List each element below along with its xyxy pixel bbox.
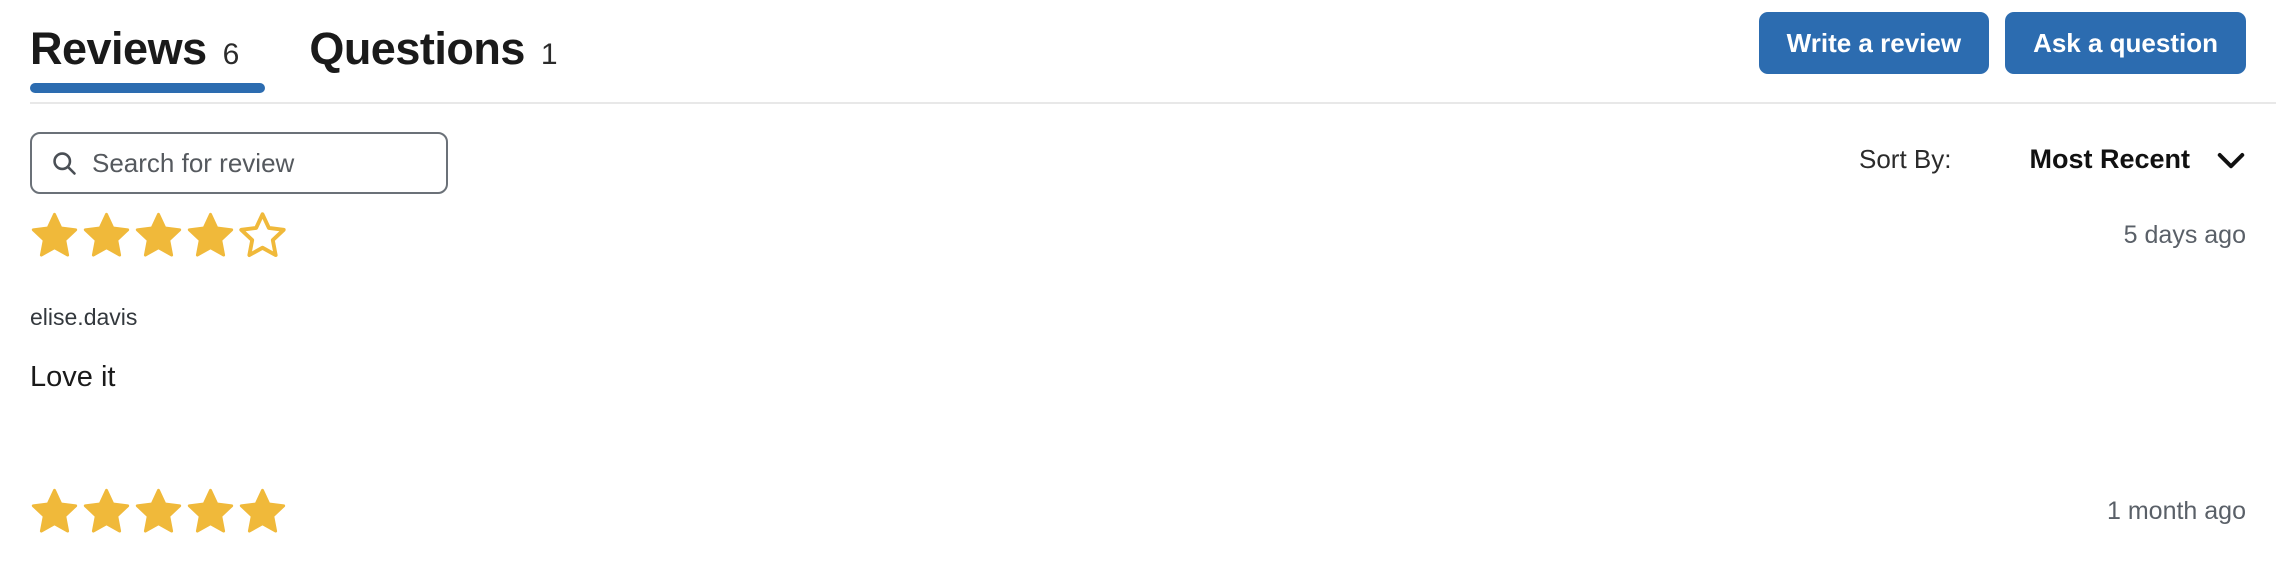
star-filled-icon xyxy=(135,488,182,533)
sort-by-control[interactable]: Sort By: Most Recent xyxy=(1859,144,2246,175)
star-filled-icon xyxy=(31,212,78,257)
tab-questions-count: 1 xyxy=(540,38,558,71)
tab-questions-label: Questions xyxy=(309,23,525,74)
star-filled-icon xyxy=(83,212,130,257)
header-actions: Write a review Ask a question xyxy=(1758,12,2246,74)
star-rating xyxy=(30,487,287,536)
review-age: 1 month ago xyxy=(2107,497,2246,525)
star-filled-icon xyxy=(239,488,286,533)
review-header: 1 month ago xyxy=(30,480,2246,542)
chevron-down-icon xyxy=(2217,152,2245,168)
star-filled-icon xyxy=(135,212,182,257)
star-filled-icon xyxy=(187,212,234,257)
write-review-button[interactable]: Write a review xyxy=(1758,12,1990,74)
star-empty-icon xyxy=(239,211,286,257)
review-item: 5 days ago elise.davis Love it xyxy=(0,204,2276,394)
star-rating xyxy=(30,211,287,260)
reviews-panel: Reviews 6 Questions 1 Write a review Ask… xyxy=(0,0,2276,566)
star-filled-icon xyxy=(187,488,234,533)
ask-question-button[interactable]: Ask a question xyxy=(2005,12,2246,74)
active-tab-indicator xyxy=(30,83,265,93)
sort-by-value: Most Recent xyxy=(2029,144,2190,174)
review-spacer xyxy=(0,394,2276,480)
review-list: 5 days ago elise.davis Love it 1 month a… xyxy=(0,204,2276,542)
search-icon xyxy=(53,152,76,175)
search-box[interactable] xyxy=(30,132,448,194)
review-body: Love it xyxy=(30,361,116,393)
star-filled-icon xyxy=(83,488,130,533)
tab-questions[interactable]: Questions 1 xyxy=(309,0,557,104)
search-input[interactable] xyxy=(92,147,428,179)
review-header: 5 days ago xyxy=(30,204,2246,266)
review-author: elise.davis xyxy=(30,304,138,330)
filter-row: Sort By: Most Recent xyxy=(0,104,2276,204)
review-item: 1 month ago xyxy=(0,480,2276,542)
sort-by-label: Sort By: xyxy=(1858,144,1952,174)
star-filled-icon xyxy=(31,488,78,533)
tab-bar: Reviews 6 Questions 1 Write a review Ask… xyxy=(0,0,2276,104)
review-age: 5 days ago xyxy=(2123,221,2246,249)
